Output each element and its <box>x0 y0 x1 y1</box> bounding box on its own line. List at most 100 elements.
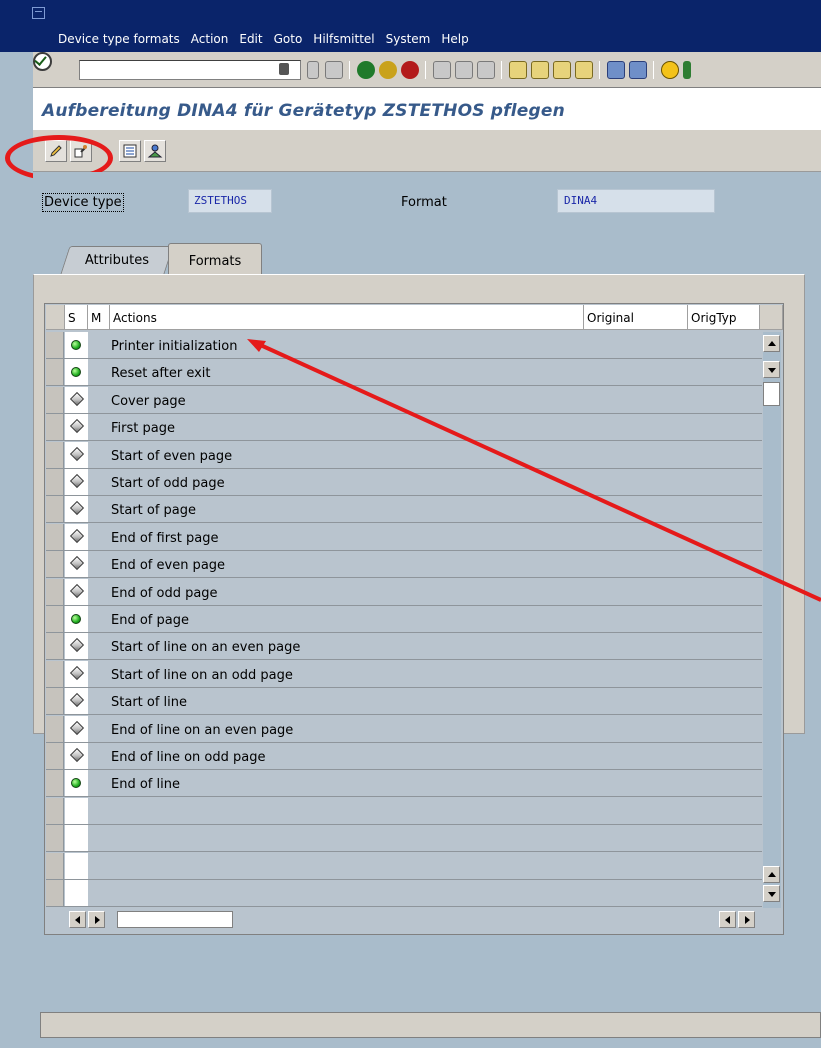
menu-device-type-formats[interactable]: Device type formats <box>58 32 180 46</box>
row-selector[interactable] <box>46 633 64 660</box>
table-row[interactable]: Start of line on an even page <box>46 633 762 661</box>
last-page-icon[interactable] <box>575 61 593 79</box>
horizontal-scrollbar[interactable] <box>65 910 761 930</box>
table-row[interactable] <box>46 825 762 853</box>
action-label: End of odd page <box>111 585 218 601</box>
row-selector[interactable] <box>46 523 64 550</box>
save-icon[interactable] <box>325 61 343 79</box>
menu-system[interactable]: System <box>386 32 431 46</box>
column-header-s[interactable]: S <box>65 305 88 330</box>
table-row[interactable]: End of odd page <box>46 578 762 606</box>
table-row[interactable]: Start of odd page <box>46 469 762 496</box>
menu-help[interactable]: Help <box>441 32 468 46</box>
row-selector[interactable] <box>46 797 64 824</box>
table-row[interactable] <box>46 852 762 880</box>
horizontal-scroll-thumb[interactable] <box>117 911 233 928</box>
command-field-dropdown-icon[interactable] <box>279 63 289 75</box>
find-next-icon[interactable] <box>477 61 495 79</box>
green-light-icon <box>71 340 81 350</box>
table-row[interactable]: End of line <box>46 770 762 798</box>
row-selector[interactable] <box>46 441 64 468</box>
menu-action[interactable]: Action <box>191 32 229 46</box>
menu-edit[interactable]: Edit <box>239 32 262 46</box>
org-icon[interactable] <box>144 140 166 162</box>
row-selector[interactable] <box>46 551 64 578</box>
scroll-right-button[interactable] <box>88 911 105 928</box>
layout-menu-icon[interactable] <box>683 61 691 79</box>
scroll-up-button[interactable] <box>763 335 780 352</box>
column-header-origtyp[interactable]: OrigTyp <box>688 305 760 330</box>
vertical-scrollbar[interactable] <box>763 332 781 908</box>
print-icon[interactable] <box>433 61 451 79</box>
enter-icon[interactable] <box>33 52 52 71</box>
scroll-left-button[interactable] <box>69 911 86 928</box>
table-row[interactable]: Printer initialization <box>46 332 762 359</box>
vertical-scroll-thumb[interactable] <box>763 382 780 406</box>
title-bar: Aufbereitung DINA4 für Gerätetyp ZSTETHO… <box>33 88 821 130</box>
table-row[interactable]: Start of even page <box>46 441 762 469</box>
row-selector[interactable] <box>46 852 64 879</box>
back-icon[interactable] <box>357 61 375 79</box>
row-selector[interactable] <box>46 414 64 441</box>
exit-icon[interactable] <box>379 61 397 79</box>
tab-attributes[interactable]: Attributes <box>60 246 174 274</box>
table-row[interactable]: First page <box>46 414 762 442</box>
row-selector[interactable] <box>46 770 64 797</box>
table-row[interactable]: End of line on an even page <box>46 715 762 743</box>
menu-hilfsmittel[interactable]: Hilfsmittel <box>313 32 374 46</box>
scroll-page-up-button[interactable] <box>763 866 780 883</box>
shortcut-icon[interactable] <box>629 61 647 79</box>
table-row[interactable]: End of page <box>46 606 762 633</box>
find-icon[interactable] <box>455 61 473 79</box>
column-settings-button[interactable] <box>760 305 783 330</box>
menu-goto[interactable]: Goto <box>274 32 303 46</box>
row-selector[interactable] <box>46 606 64 632</box>
row-selector[interactable] <box>46 660 64 687</box>
table-row[interactable] <box>46 797 762 825</box>
row-selector[interactable] <box>46 496 64 523</box>
column-header-original[interactable]: Original <box>584 305 688 330</box>
scroll-left-end-button[interactable] <box>719 911 736 928</box>
column-header-m[interactable]: M <box>88 305 110 330</box>
scroll-down-button[interactable] <box>763 361 780 378</box>
row-selector[interactable] <box>46 825 64 852</box>
system-menu-icon[interactable] <box>32 7 45 19</box>
details-icon[interactable] <box>119 140 141 162</box>
row-selector[interactable] <box>46 743 64 769</box>
row-selector[interactable] <box>46 332 64 358</box>
status-cell <box>65 496 88 523</box>
row-selector[interactable] <box>46 359 64 386</box>
scroll-right-end-button[interactable] <box>738 911 755 928</box>
help-icon[interactable] <box>661 61 679 79</box>
scroll-page-down-button[interactable] <box>763 885 780 902</box>
column-header-actions[interactable]: Actions <box>110 305 584 330</box>
table-row[interactable]: Start of line <box>46 688 762 716</box>
table-row[interactable]: Cover page <box>46 386 762 414</box>
table-row[interactable]: Reset after exit <box>46 359 762 387</box>
table-row[interactable]: End of first page <box>46 523 762 551</box>
diamond-icon <box>69 528 85 543</box>
row-selector[interactable] <box>46 578 64 605</box>
cancel-icon[interactable] <box>401 61 419 79</box>
table-row[interactable]: End of even page <box>46 551 762 579</box>
next-page-icon[interactable] <box>553 61 571 79</box>
table-row[interactable] <box>46 880 762 907</box>
select-all-cell[interactable] <box>46 305 65 330</box>
status-cell <box>65 551 88 578</box>
tab-attributes-label: Attributes <box>84 253 149 268</box>
create-session-icon[interactable] <box>607 61 625 79</box>
previous-page-icon[interactable] <box>531 61 549 79</box>
row-selector[interactable] <box>46 469 64 495</box>
title-menu-bar: Device type formats Action Edit Goto Hil… <box>0 0 821 52</box>
tab-formats[interactable]: Formats <box>168 243 262 275</box>
first-page-icon[interactable] <box>509 61 527 79</box>
row-selector[interactable] <box>46 715 64 742</box>
row-selector[interactable] <box>46 880 64 906</box>
table-row[interactable]: Start of line on an odd page <box>46 660 762 688</box>
command-field[interactable] <box>79 60 301 80</box>
row-selector[interactable] <box>46 386 64 413</box>
back-nav-icon[interactable] <box>307 61 319 79</box>
table-row[interactable]: Start of page <box>46 496 762 524</box>
table-row[interactable]: End of line on odd page <box>46 743 762 770</box>
row-selector[interactable] <box>46 688 64 715</box>
